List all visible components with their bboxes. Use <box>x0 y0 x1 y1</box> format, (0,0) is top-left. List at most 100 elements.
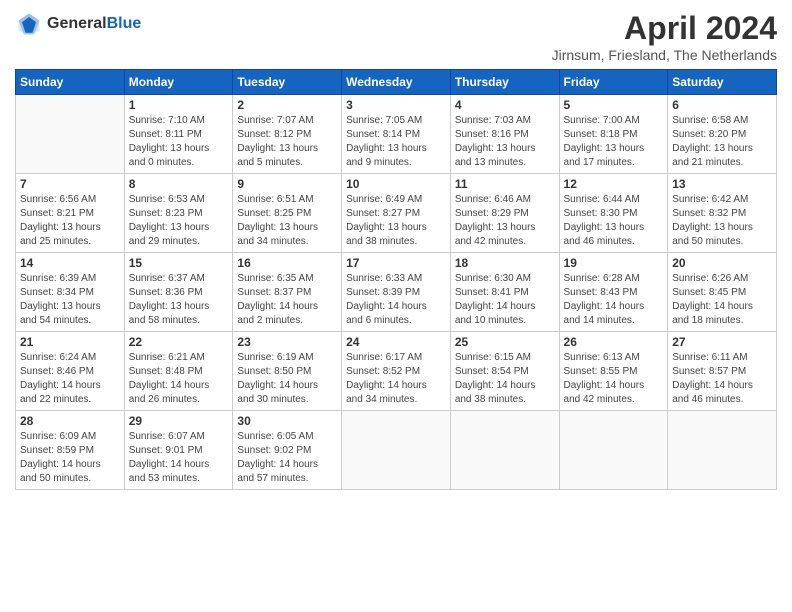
day-info: Sunrise: 6:46 AMSunset: 8:29 PMDaylight:… <box>455 193 555 249</box>
calendar-cell: 20 Sunrise: 6:26 AMSunset: 8:45 PMDayligh… <box>668 253 777 332</box>
day-info: Sunrise: 6:49 AMSunset: 8:27 PMDaylight:… <box>346 193 446 249</box>
calendar-cell: 30Sunrise: 6:05 AMSunset: 9:02 PMDayligh… <box>233 411 342 490</box>
calendar-week-row: 21 Sunrise: 6:24 AMSunset: 8:46 PMDayligh… <box>16 332 777 411</box>
day-info: Sunrise: 6:13 AMSunset: 8:55 PMDaylight:… <box>564 351 664 407</box>
day-info: Sunrise: 7:07 AMSunset: 8:12 PMDaylight:… <box>237 114 337 170</box>
day-info: Sunrise: 6:30 AMSunset: 8:41 PMDaylight:… <box>455 272 555 328</box>
day-number: 6 <box>672 98 772 112</box>
day-number: 28 <box>20 414 120 428</box>
day-number: 25 <box>455 335 555 349</box>
day-info: Sunrise: 6:33 AMSunset: 8:39 PMDaylight:… <box>346 272 446 328</box>
month-year-title: April 2024 <box>552 10 777 47</box>
day-number: 18 <box>455 256 555 270</box>
calendar-cell: 6 Sunrise: 6:58 AMSunset: 8:20 PMDaylight… <box>668 95 777 174</box>
day-number: 11 <box>455 177 555 191</box>
calendar-table: SundayMondayTuesdayWednesdayThursdayFrid… <box>15 69 777 490</box>
weekday-header-tuesday: Tuesday <box>233 70 342 95</box>
day-number: 21 <box>20 335 120 349</box>
day-number: 9 <box>237 177 337 191</box>
day-number: 23 <box>237 335 337 349</box>
calendar-cell: 12 Sunrise: 6:44 AMSunset: 8:30 PMDayligh… <box>559 174 668 253</box>
logo: General Blue <box>15 10 141 38</box>
day-info: Sunrise: 7:03 AMSunset: 8:16 PMDaylight:… <box>455 114 555 170</box>
day-info: Sunrise: 6:39 AMSunset: 8:34 PMDaylight:… <box>20 272 120 328</box>
calendar-cell: 2 Sunrise: 7:07 AMSunset: 8:12 PMDaylight… <box>233 95 342 174</box>
day-number: 5 <box>564 98 664 112</box>
logo-text: General Blue <box>47 15 141 33</box>
calendar-cell: 28 Sunrise: 6:09 AMSunset: 8:59 PMDayligh… <box>16 411 125 490</box>
calendar-cell: 23 Sunrise: 6:19 AMSunset: 8:50 PMDayligh… <box>233 332 342 411</box>
day-number: 19 <box>564 256 664 270</box>
calendar-cell: 16 Sunrise: 6:35 AMSunset: 8:37 PMDayligh… <box>233 253 342 332</box>
day-number: 13 <box>672 177 772 191</box>
calendar-cell: 11 Sunrise: 6:46 AMSunset: 8:29 PMDayligh… <box>450 174 559 253</box>
day-info: Sunrise: 7:00 AMSunset: 8:18 PMDaylight:… <box>564 114 664 170</box>
calendar-week-row: 1 Sunrise: 7:10 AMSunset: 8:11 PMDaylight… <box>16 95 777 174</box>
calendar-cell: 8 Sunrise: 6:53 AMSunset: 8:23 PMDaylight… <box>124 174 233 253</box>
day-number: 20 <box>672 256 772 270</box>
calendar-cell: 13 Sunrise: 6:42 AMSunset: 8:32 PMDayligh… <box>668 174 777 253</box>
weekday-header-monday: Monday <box>124 70 233 95</box>
calendar-cell <box>559 411 668 490</box>
day-number: 8 <box>129 177 229 191</box>
calendar-cell: 5 Sunrise: 7:00 AMSunset: 8:18 PMDaylight… <box>559 95 668 174</box>
calendar-cell: 18 Sunrise: 6:30 AMSunset: 8:41 PMDayligh… <box>450 253 559 332</box>
calendar-cell: 29Sunrise: 6:07 AMSunset: 9:01 PMDayligh… <box>124 411 233 490</box>
calendar-cell: 14 Sunrise: 6:39 AMSunset: 8:34 PMDayligh… <box>16 253 125 332</box>
day-number: 3 <box>346 98 446 112</box>
day-number: 12 <box>564 177 664 191</box>
calendar-cell: 7Sunrise: 6:56 AMSunset: 8:21 PMDaylight… <box>16 174 125 253</box>
day-info: Sunrise: 6:35 AMSunset: 8:37 PMDaylight:… <box>237 272 337 328</box>
calendar-cell: 1 Sunrise: 7:10 AMSunset: 8:11 PMDaylight… <box>124 95 233 174</box>
day-info: Sunrise: 7:05 AMSunset: 8:14 PMDaylight:… <box>346 114 446 170</box>
calendar-cell: 22 Sunrise: 6:21 AMSunset: 8:48 PMDayligh… <box>124 332 233 411</box>
day-info: Sunrise: 6:58 AMSunset: 8:20 PMDaylight:… <box>672 114 772 170</box>
day-info: Sunrise: 6:28 AMSunset: 8:43 PMDaylight:… <box>564 272 664 328</box>
day-info: Sunrise: 6:07 AMSunset: 9:01 PMDaylight:… <box>129 430 229 486</box>
calendar-cell: 17Sunrise: 6:33 AMSunset: 8:39 PMDayligh… <box>342 253 451 332</box>
day-info: Sunrise: 6:42 AMSunset: 8:32 PMDaylight:… <box>672 193 772 249</box>
calendar-cell <box>16 95 125 174</box>
day-number: 16 <box>237 256 337 270</box>
day-number: 14 <box>20 256 120 270</box>
calendar-cell: 21 Sunrise: 6:24 AMSunset: 8:46 PMDayligh… <box>16 332 125 411</box>
day-info: Sunrise: 6:44 AMSunset: 8:30 PMDaylight:… <box>564 193 664 249</box>
calendar-cell: 25 Sunrise: 6:15 AMSunset: 8:54 PMDayligh… <box>450 332 559 411</box>
day-number: 1 <box>129 98 229 112</box>
day-number: 26 <box>564 335 664 349</box>
day-info: Sunrise: 6:56 AMSunset: 8:21 PMDaylight:… <box>20 193 120 249</box>
day-number: 4 <box>455 98 555 112</box>
day-number: 27 <box>672 335 772 349</box>
location-subtitle: Jirnsum, Friesland, The Netherlands <box>552 47 777 63</box>
day-info: Sunrise: 6:21 AMSunset: 8:48 PMDaylight:… <box>129 351 229 407</box>
calendar-cell: 15Sunrise: 6:37 AMSunset: 8:36 PMDayligh… <box>124 253 233 332</box>
day-info: Sunrise: 6:51 AMSunset: 8:25 PMDaylight:… <box>237 193 337 249</box>
calendar-week-row: 28 Sunrise: 6:09 AMSunset: 8:59 PMDayligh… <box>16 411 777 490</box>
calendar-week-row: 7Sunrise: 6:56 AMSunset: 8:21 PMDaylight… <box>16 174 777 253</box>
calendar-cell <box>450 411 559 490</box>
day-info: Sunrise: 6:11 AMSunset: 8:57 PMDaylight:… <box>672 351 772 407</box>
day-info: Sunrise: 7:10 AMSunset: 8:11 PMDaylight:… <box>129 114 229 170</box>
weekday-header-sunday: Sunday <box>16 70 125 95</box>
day-info: Sunrise: 6:37 AMSunset: 8:36 PMDaylight:… <box>129 272 229 328</box>
day-number: 24 <box>346 335 446 349</box>
day-number: 30 <box>237 414 337 428</box>
day-info: Sunrise: 6:15 AMSunset: 8:54 PMDaylight:… <box>455 351 555 407</box>
day-number: 10 <box>346 177 446 191</box>
day-info: Sunrise: 6:24 AMSunset: 8:46 PMDaylight:… <box>20 351 120 407</box>
day-info: Sunrise: 6:19 AMSunset: 8:50 PMDaylight:… <box>237 351 337 407</box>
day-info: Sunrise: 6:26 AMSunset: 8:45 PMDaylight:… <box>672 272 772 328</box>
weekday-header-friday: Friday <box>559 70 668 95</box>
calendar-cell: 4 Sunrise: 7:03 AMSunset: 8:16 PMDaylight… <box>450 95 559 174</box>
weekday-header-thursday: Thursday <box>450 70 559 95</box>
calendar-cell: 9 Sunrise: 6:51 AMSunset: 8:25 PMDaylight… <box>233 174 342 253</box>
calendar-cell: 19 Sunrise: 6:28 AMSunset: 8:43 PMDayligh… <box>559 253 668 332</box>
calendar-cell: 27 Sunrise: 6:11 AMSunset: 8:57 PMDayligh… <box>668 332 777 411</box>
calendar-cell: 3 Sunrise: 7:05 AMSunset: 8:14 PMDaylight… <box>342 95 451 174</box>
calendar-header-row: SundayMondayTuesdayWednesdayThursdayFrid… <box>16 70 777 95</box>
day-info: Sunrise: 6:53 AMSunset: 8:23 PMDaylight:… <box>129 193 229 249</box>
day-number: 22 <box>129 335 229 349</box>
day-number: 2 <box>237 98 337 112</box>
day-info: Sunrise: 6:09 AMSunset: 8:59 PMDaylight:… <box>20 430 120 486</box>
calendar-cell: 26 Sunrise: 6:13 AMSunset: 8:55 PMDayligh… <box>559 332 668 411</box>
